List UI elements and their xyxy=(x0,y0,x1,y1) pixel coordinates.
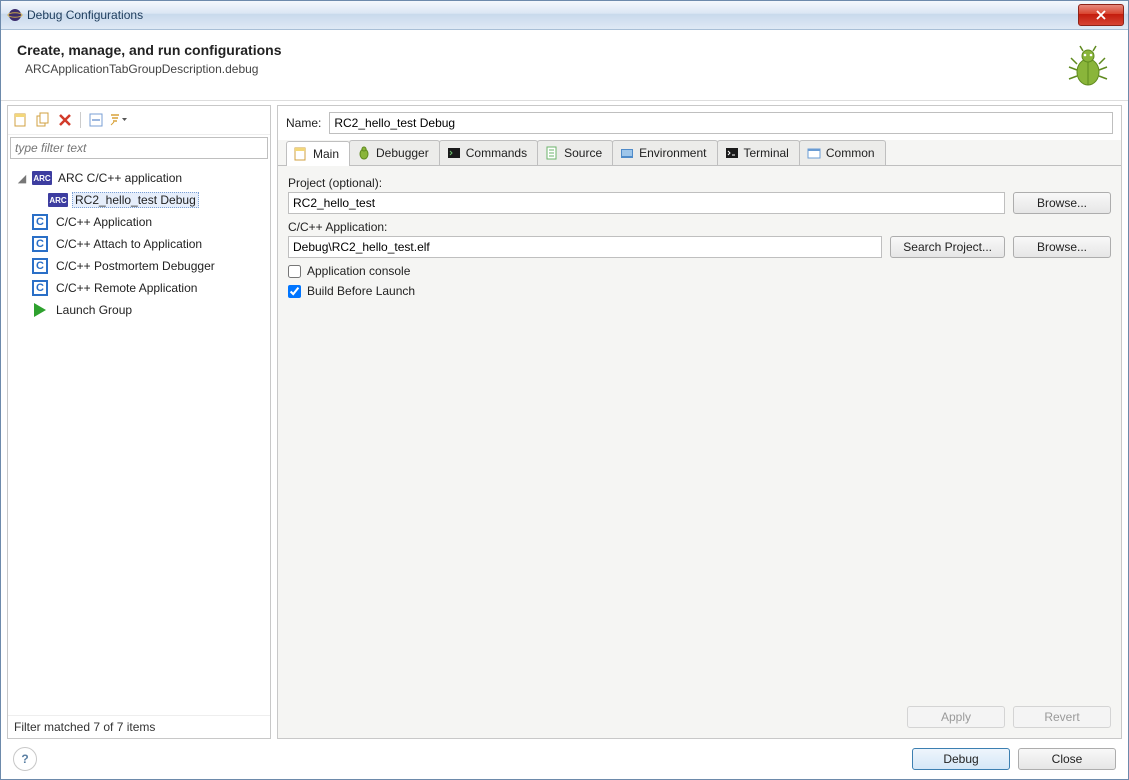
tree-label: C/C++ Attach to Application xyxy=(54,237,204,251)
config-name-input[interactable] xyxy=(329,112,1113,134)
tab-environment[interactable]: Environment xyxy=(612,140,717,165)
project-browse-button[interactable]: Browse... xyxy=(1013,192,1111,214)
application-input[interactable] xyxy=(288,236,882,258)
toolbar-separator xyxy=(80,112,81,128)
source-tab-icon xyxy=(544,145,560,161)
new-config-button[interactable] xyxy=(12,111,30,129)
tree-label: C/C++ Remote Application xyxy=(54,281,199,295)
duplicate-icon xyxy=(35,112,51,128)
search-project-button[interactable]: Search Project... xyxy=(890,236,1005,258)
dialog-header: Create, manage, and run configurations A… xyxy=(1,30,1128,101)
configuration-detail-panel: Name: Main Debugger xyxy=(277,105,1122,739)
debug-button[interactable]: Debug xyxy=(912,748,1010,770)
tab-label: Source xyxy=(564,146,602,160)
tree-item-rc2-hello[interactable]: ARC RC2_hello_test Debug xyxy=(10,189,268,211)
collapse-all-button[interactable] xyxy=(87,111,105,129)
arc-icon: ARC xyxy=(32,170,52,186)
tree-expand-arrow[interactable]: ◢ xyxy=(16,172,28,185)
tree-item-c-attach[interactable]: C C/C++ Attach to Application xyxy=(10,233,268,255)
tab-label: Debugger xyxy=(376,146,429,160)
dialog-window: Debug Configurations Create, manage, and… xyxy=(0,0,1129,780)
configurations-tree[interactable]: ◢ ARC ARC C/C++ application ARC RC2_hell… xyxy=(8,163,270,715)
configurations-tree-panel: ◢ ARC ARC C/C++ application ARC RC2_hell… xyxy=(7,105,271,739)
header-subtitle: ARCApplicationTabGroupDescription.debug xyxy=(25,62,1064,76)
application-field: C/C++ Application: Search Project... Bro… xyxy=(288,220,1111,258)
application-label: C/C++ Application: xyxy=(288,220,1111,234)
c-app-icon: C xyxy=(30,236,50,252)
filter-icon xyxy=(109,113,127,127)
duplicate-config-button[interactable] xyxy=(34,111,52,129)
main-tab-icon xyxy=(293,146,309,162)
tree-label: Launch Group xyxy=(54,303,134,317)
tree-toolbar xyxy=(8,106,270,135)
application-console-checkbox-row: Application console xyxy=(288,264,1111,278)
project-field: Project (optional): Browse... xyxy=(288,176,1111,214)
tree-label: ARC C/C++ application xyxy=(56,171,184,185)
header-title: Create, manage, and run configurations xyxy=(17,42,1064,58)
tree-label: C/C++ Application xyxy=(54,215,154,229)
tab-label: Common xyxy=(826,146,875,160)
tab-main[interactable]: Main xyxy=(286,141,350,166)
titlebar: Debug Configurations xyxy=(1,1,1128,30)
tab-label: Environment xyxy=(639,146,706,160)
tab-debugger[interactable]: Debugger xyxy=(349,140,440,165)
help-icon: ? xyxy=(21,752,28,766)
revert-button[interactable]: Revert xyxy=(1013,706,1111,728)
filter-status: Filter matched 7 of 7 items xyxy=(8,715,270,738)
name-label: Name: xyxy=(286,116,321,130)
tab-source[interactable]: Source xyxy=(537,140,613,165)
application-console-checkbox[interactable] xyxy=(288,265,301,278)
close-icon xyxy=(1096,10,1106,20)
tab-label: Commands xyxy=(466,146,527,160)
tab-label: Main xyxy=(313,147,339,161)
close-button[interactable]: Close xyxy=(1018,748,1116,770)
tree-filter-input[interactable] xyxy=(10,137,268,159)
tree-item-c-app[interactable]: C C/C++ Application xyxy=(10,211,268,233)
tab-terminal[interactable]: Terminal xyxy=(717,140,800,165)
dialog-footer: ? Debug Close xyxy=(1,739,1128,779)
apply-revert-row: Apply Revert xyxy=(288,698,1111,728)
project-input[interactable] xyxy=(288,192,1005,214)
c-app-icon: C xyxy=(30,214,50,230)
help-button[interactable]: ? xyxy=(13,747,37,771)
terminal-tab-icon xyxy=(724,145,740,161)
tab-label: Terminal xyxy=(744,146,789,160)
common-tab-icon xyxy=(806,145,822,161)
eclipse-icon xyxy=(7,7,23,23)
c-app-icon: C xyxy=(30,258,50,274)
config-tabs: Main Debugger Commands xyxy=(278,140,1121,166)
build-before-launch-label: Build Before Launch xyxy=(307,284,415,298)
tab-common[interactable]: Common xyxy=(799,140,886,165)
collapse-icon xyxy=(89,113,103,127)
delete-config-button[interactable] xyxy=(56,111,74,129)
application-browse-button[interactable]: Browse... xyxy=(1013,236,1111,258)
tree-label: C/C++ Postmortem Debugger xyxy=(54,259,217,273)
debugger-tab-icon xyxy=(356,145,372,161)
build-before-launch-checkbox[interactable] xyxy=(288,285,301,298)
arc-icon: ARC xyxy=(48,192,68,208)
apply-button[interactable]: Apply xyxy=(907,706,1005,728)
window-title: Debug Configurations xyxy=(27,8,1078,22)
c-app-icon: C xyxy=(30,280,50,296)
tree-item-launch-group[interactable]: Launch Group xyxy=(10,299,268,321)
application-console-label: Application console xyxy=(307,264,410,278)
window-close-button[interactable] xyxy=(1078,4,1124,26)
new-icon xyxy=(13,112,29,128)
launch-group-icon xyxy=(30,302,50,318)
tab-main-body: Project (optional): Browse... C/C++ Appl… xyxy=(278,166,1121,738)
tree-label: RC2_hello_test Debug xyxy=(72,192,199,208)
environment-tab-icon xyxy=(619,145,635,161)
debug-bug-icon xyxy=(1064,42,1112,90)
tree-item-c-remote[interactable]: C C/C++ Remote Application xyxy=(10,277,268,299)
name-row: Name: xyxy=(278,106,1121,140)
commands-tab-icon xyxy=(446,145,462,161)
tab-commands[interactable]: Commands xyxy=(439,140,538,165)
build-before-launch-checkbox-row: Build Before Launch xyxy=(288,284,1111,298)
tree-item-arc-app[interactable]: ◢ ARC ARC C/C++ application xyxy=(10,167,268,189)
filter-menu-button[interactable] xyxy=(109,111,127,129)
delete-icon xyxy=(58,113,72,127)
tree-item-c-postmortem[interactable]: C C/C++ Postmortem Debugger xyxy=(10,255,268,277)
dialog-body: ◢ ARC ARC C/C++ application ARC RC2_hell… xyxy=(1,101,1128,739)
project-label: Project (optional): xyxy=(288,176,1111,190)
